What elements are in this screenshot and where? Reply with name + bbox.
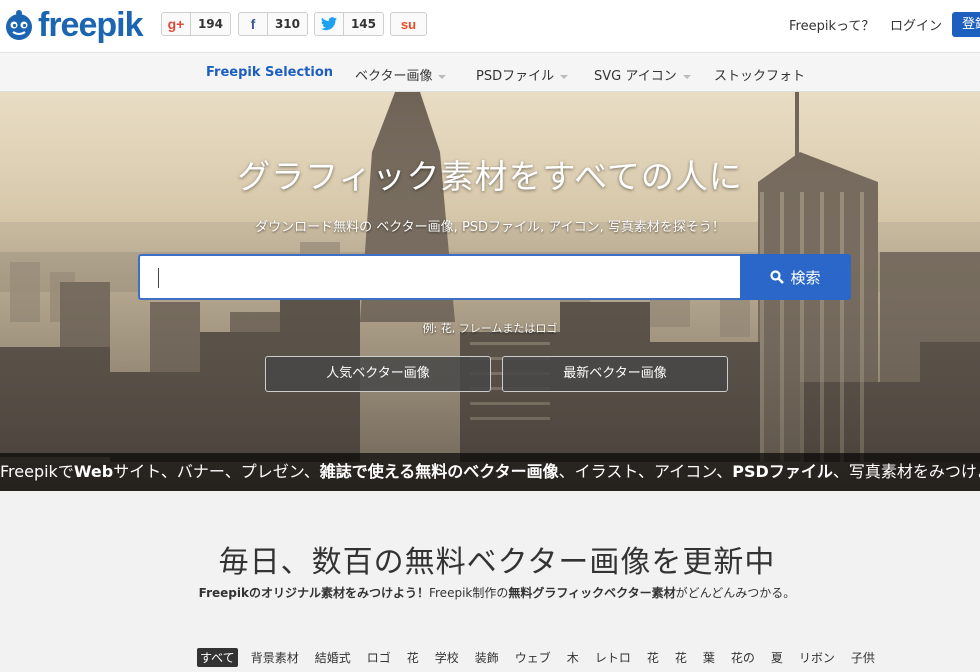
twitter-icon [315, 13, 344, 35]
tag-item[interactable]: レトロ [592, 648, 634, 667]
ticker-text: 、イラスト、アイコン、 [558, 462, 733, 481]
ticker-text: サイト、バナー、プレゼン、 [113, 462, 320, 481]
twitter-count: 145 [350, 17, 376, 31]
search-icon [770, 270, 785, 284]
tag-item[interactable]: 子供 [848, 648, 878, 667]
nav-freepik-selection[interactable]: Freepik Selection [206, 65, 333, 80]
category-tags: すべて 背景素材 結婚式 ロゴ 花 学校 装飾 ウェブ 木 レトロ 花 花 葉 … [197, 648, 888, 667]
tag-item[interactable]: 花 [404, 648, 422, 667]
tag-item[interactable]: 学校 [432, 648, 462, 667]
section-subtitle: Freepikのオリジナル素材をみつけよう！Freepik制作の無料グラフィック… [0, 584, 980, 601]
hero-subtitle: ダウンロード無料の ベクター画像, PSDファイル, アイコン, 写真素材を探そ… [255, 220, 725, 235]
search-input[interactable] [138, 254, 740, 300]
subtitle-part: 無料グラフィックベクター素材 [508, 586, 676, 600]
tag-item[interactable]: 花 [644, 648, 662, 667]
about-link[interactable]: Freepikって？ [789, 15, 874, 34]
tag-item[interactable]: 葉 [700, 648, 718, 667]
facebook-count: 310 [274, 17, 300, 31]
ticker-text: PSDファイル [732, 462, 833, 481]
login-link[interactable]: ログイン [890, 15, 942, 34]
search-button[interactable]: 検索 [740, 254, 851, 300]
nav-label: PSDファイル [476, 69, 555, 84]
ticker-text: 、写真素材をみつけよう [832, 462, 980, 481]
latest-vectors-button[interactable]: 最新ベクター画像 [502, 356, 728, 392]
stumbleupon-share-button[interactable]: su [390, 12, 427, 36]
hero-banner: グラフィック素材をすべての人に ダウンロード無料の ベクター画像, PSDファイ… [0, 92, 980, 491]
tag-item[interactable]: 木 [564, 648, 582, 667]
ticker-text: 雑誌で使える無料のベクター画像 [319, 462, 559, 481]
nav-stock-photo[interactable]: ストックフォト [714, 65, 805, 84]
search-example: 例: 花, フレームまたはロゴ [422, 322, 558, 335]
logo-text: freepik [38, 5, 143, 44]
tag-item[interactable]: ウェブ [512, 648, 554, 667]
search-button-label: 検索 [790, 268, 821, 287]
top-header: freepik g+ 194 f 310 145 su Freepikって？ ロ… [0, 0, 980, 52]
ticker-text: Web [73, 462, 114, 481]
freepik-mascot-icon [2, 8, 36, 42]
google-plus-icon: g+ [162, 13, 191, 35]
tag-item[interactable]: 装飾 [472, 648, 502, 667]
tag-item[interactable]: 花 [672, 648, 690, 667]
chevron-down-icon [560, 74, 569, 79]
nav-label: SVG アイコン [594, 69, 677, 84]
stumbleupon-icon: su [400, 16, 417, 32]
nav-psd[interactable]: PSDファイル [476, 65, 569, 84]
tag-item[interactable]: 花の [728, 648, 758, 667]
tag-all[interactable]: すべて [197, 648, 238, 667]
tag-item[interactable]: リボン [796, 648, 838, 667]
nav-label: ベクター画像 [355, 69, 433, 84]
google-plus-count: 194 [197, 17, 223, 31]
register-button[interactable]: 登録 [952, 12, 980, 37]
facebook-share-button[interactable]: f 310 [238, 12, 308, 36]
popular-vectors-button[interactable]: 人気ベクター画像 [265, 356, 491, 392]
ticker-text: Freepikで [0, 462, 74, 481]
ticker-bar: FreepikでWebサイト、バナー、プレゼン、雑誌で使える無料のベクター画像、… [0, 453, 980, 491]
freepik-logo[interactable]: freepik [2, 4, 143, 46]
tag-item[interactable]: 背景素材 [248, 648, 302, 667]
subtitle-part: Freepik制作の [428, 586, 509, 600]
text-cursor [158, 268, 159, 288]
hero-title: グラフィック素材をすべての人に [237, 157, 743, 196]
nav-svg-icons[interactable]: SVG アイコン [594, 65, 691, 84]
tag-item[interactable]: ロゴ [364, 648, 394, 667]
nav-label: Freepik Selection [206, 65, 334, 80]
subtitle-part: がどんどんみつかる。 [675, 586, 796, 600]
chevron-down-icon [682, 74, 691, 79]
nav-vector[interactable]: ベクター画像 [355, 65, 447, 84]
main-nav: Freepik Selection ベクター画像 PSDファイル SVG アイコ… [0, 52, 980, 92]
tag-item[interactable]: 夏 [768, 648, 786, 667]
section-title: 毎日、数百の無料ベクター画像を更新中 [218, 545, 776, 580]
facebook-icon: f [239, 13, 268, 35]
chevron-down-icon [438, 74, 447, 79]
twitter-share-button[interactable]: 145 [314, 12, 384, 36]
subtitle-part: Freepikのオリジナル素材をみつけよう！ [198, 586, 429, 600]
tag-item[interactable]: 結婚式 [312, 648, 354, 667]
google-plus-share-button[interactable]: g+ 194 [161, 12, 231, 36]
nav-label: ストックフォト [714, 69, 806, 84]
